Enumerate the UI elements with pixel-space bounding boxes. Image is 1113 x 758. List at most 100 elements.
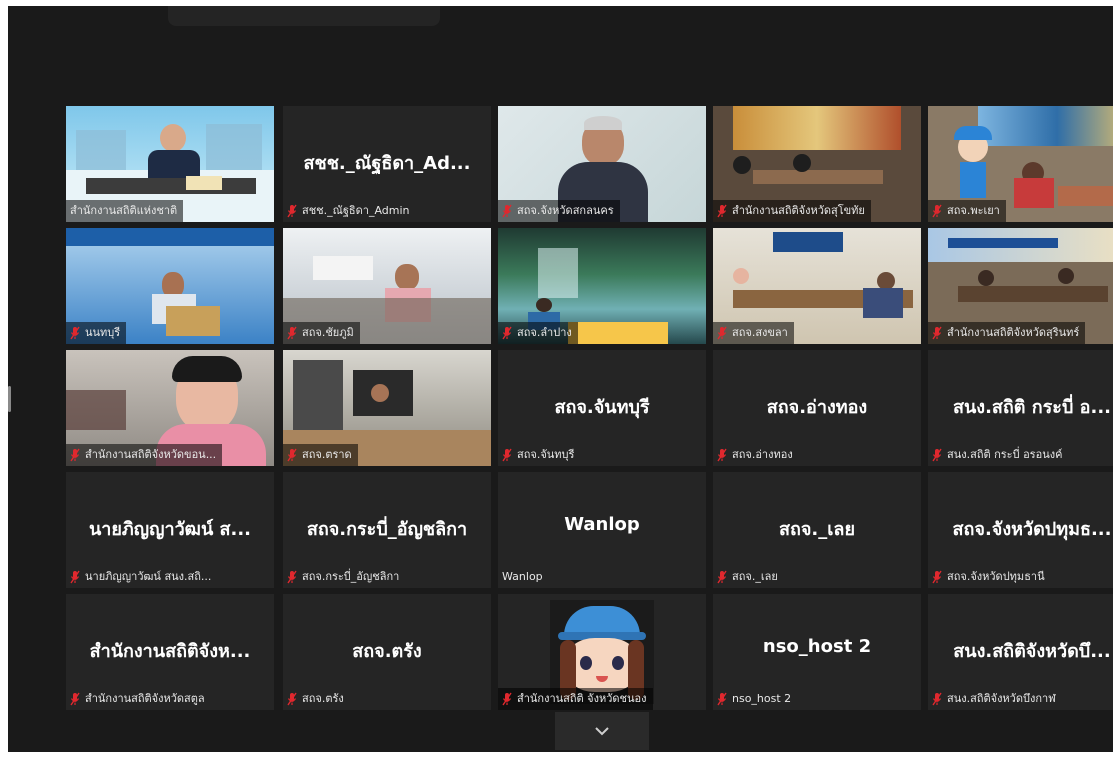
participant-display-name: สถจ.จังหวัดปทุมธ... (952, 519, 1112, 540)
participant-tile[interactable]: Wanlop Wanlop (498, 472, 706, 588)
microphone-muted-icon (717, 326, 727, 340)
participant-tile[interactable]: สถจ.ชัยภูมิ (283, 228, 491, 344)
microphone-muted-icon (932, 448, 942, 462)
chevron-down-icon (595, 727, 609, 736)
participant-name-label: สถจ.ชัยภูมิ (283, 322, 360, 344)
participant-name-label: สำนักงานสถิติแห่งชาติ (66, 200, 184, 222)
participant-name-label: นนทบุรี (66, 322, 127, 344)
participant-tile[interactable]: สถจ.จันทบุรี สถจ.จันทบุรี (498, 350, 706, 466)
participant-name-text: สำนักงานสถิติจังหวัดสุรินทร์ (947, 326, 1080, 339)
participant-name-label: สำนักงานสถิติจังหวัดสุรินทร์ (928, 322, 1086, 344)
microphone-muted-icon (502, 204, 512, 218)
microphone-muted-icon (932, 692, 942, 706)
participant-name-text: สำนักงานสถิติ จังหวัดชนอง (517, 692, 647, 705)
participant-tile[interactable]: สถจ.จังหวัดสกลนคร (498, 106, 706, 222)
participant-tile[interactable]: สำนักงานสถิติจังหวัดสุโขทัย (713, 106, 921, 222)
microphone-muted-icon (70, 326, 80, 340)
participant-display-name: สถจ._เลย (779, 519, 855, 540)
participant-name-label: สนง.สถิติ กระบี่ อรอนงค์ (928, 444, 1068, 466)
participant-name-label: สถจ.จังหวัดสกลนคร (498, 200, 620, 222)
participant-display-name: สถจ.จันทบุรี (554, 397, 650, 418)
microphone-muted-icon (932, 204, 942, 218)
participant-name-label: นายภิญญาวัฒน์ สนง.สถิ... (66, 566, 217, 588)
participant-display-name: สชช._ณัฐธิดา_Ad... (303, 153, 471, 174)
participant-display-name: สถจ.อ่างทอง (766, 397, 868, 418)
participant-name-label: สถจ.กระบี่_อัญชลิกา (283, 566, 405, 588)
participant-tile[interactable]: สนง.สถิติ กระบี่ อ... สนง.สถิติ กระบี่ อ… (928, 350, 1113, 466)
participant-tile[interactable]: สำนักงานสถิติแห่งชาติ (66, 106, 274, 222)
participant-name-label: Wanlop (498, 566, 549, 588)
participant-name-label: สำนักงานสถิติจังหวัดสตูล (66, 688, 211, 710)
microphone-muted-icon (287, 204, 297, 218)
participant-tile[interactable]: สถจ.ตราด (283, 350, 491, 466)
participant-tile[interactable]: สชช._ณัฐธิดา_Ad... สชช._ณัฐธิดา_Admin (283, 106, 491, 222)
participant-tile[interactable]: นายภิญญาวัฒน์ ส... นายภิญญาวัฒน์ สนง.สถิ… (66, 472, 274, 588)
participant-name-text: สถจ.จันทบุรี (517, 448, 575, 461)
participant-name-text: สนง.สถิติ กระบี่ อรอนงค์ (947, 448, 1063, 461)
microphone-muted-icon (502, 326, 512, 340)
microphone-muted-icon (287, 326, 297, 340)
microphone-muted-icon (717, 570, 727, 584)
participant-tile[interactable]: สถจ.อ่างทอง สถจ.อ่างทอง (713, 350, 921, 466)
microphone-muted-icon (70, 448, 80, 462)
participant-tile[interactable]: สำนักงานสถิติจังห... สำนักงานสถิติจังหวั… (66, 594, 274, 710)
participant-name-text: สำนักงานสถิติแห่งชาติ (70, 204, 178, 217)
microphone-muted-icon (717, 204, 727, 218)
participant-name-text: นนทบุรี (85, 326, 121, 339)
participant-name-label: สถจ.ลำปาง (498, 322, 578, 344)
participant-name-text: สำนักงานสถิติจังหวัดสตูล (85, 692, 205, 705)
participant-tile[interactable]: สถจ.ตรัง สถจ.ตรัง (283, 594, 491, 710)
participant-tile[interactable]: สถจ.พะเยา (928, 106, 1113, 222)
participant-name-text: สถจ.ตรัง (302, 692, 344, 705)
participant-display-name: nso_host 2 (762, 636, 872, 657)
participant-name-text: สถจ.ตราด (302, 448, 352, 461)
microphone-muted-icon (502, 448, 512, 462)
microphone-muted-icon (932, 570, 942, 584)
participant-tile[interactable]: สำนักงานสถิติ จังหวัดชนอง (498, 594, 706, 710)
participant-name-label: สถจ.สงขลา (713, 322, 794, 344)
participant-name-text: สถจ.สงขลา (732, 326, 788, 339)
participant-name-text: สนง.สถิติจังหวัดบึงกาฬ (947, 692, 1056, 705)
participant-tile[interactable]: สถจ.จังหวัดปทุมธ... สถจ.จังหวัดปทุมธานี (928, 472, 1113, 588)
participant-display-name: นายภิญญาวัฒน์ ส... (88, 519, 252, 540)
microphone-muted-icon (717, 692, 727, 706)
participant-name-text: สถจ.พะเยา (947, 204, 1000, 217)
side-panel-handle[interactable] (8, 386, 11, 412)
participant-display-name: สำนักงานสถิติจังห... (89, 641, 251, 662)
participant-name-label: สถจ.จังหวัดปทุมธานี (928, 566, 1051, 588)
participant-tile[interactable]: สำนักงานสถิติจังหวัดขอน... (66, 350, 274, 466)
participant-display-name: สถจ.กระบี่_อัญชลิกา (306, 519, 468, 540)
participant-name-text: สชช._ณัฐธิดา_Admin (302, 204, 410, 217)
participant-display-name: Wanlop (564, 514, 640, 535)
participant-tile[interactable]: สำนักงานสถิติจังหวัดสุรินทร์ (928, 228, 1113, 344)
top-toolbar-pill[interactable] (168, 6, 440, 26)
participant-name-label: สำนักงานสถิติ จังหวัดชนอง (498, 688, 653, 710)
microphone-muted-icon (717, 448, 727, 462)
participant-name-label: สถจ.พะเยา (928, 200, 1006, 222)
participant-name-label: สำนักงานสถิติจังหวัดสุโขทัย (713, 200, 871, 222)
participant-display-name: สนง.สถิติจังหวัดบึ... (953, 641, 1111, 662)
microphone-muted-icon (287, 692, 297, 706)
participant-tile[interactable]: nso_host 2 nso_host 2 (713, 594, 921, 710)
microphone-muted-icon (932, 326, 942, 340)
participant-tile[interactable]: สถจ.ลำปาง (498, 228, 706, 344)
participant-tile[interactable]: นนทบุรี (66, 228, 274, 344)
participant-tile[interactable]: สถจ.สงขลา (713, 228, 921, 344)
participant-name-text: นายภิญญาวัฒน์ สนง.สถิ... (85, 570, 212, 583)
microphone-muted-icon (502, 692, 512, 706)
microphone-muted-icon (287, 570, 297, 584)
participant-name-text: nso_host 2 (732, 692, 792, 705)
next-page-button[interactable] (555, 712, 649, 750)
microphone-muted-icon (70, 570, 80, 584)
participant-name-label: สถจ._เลย (713, 566, 784, 588)
participant-tile[interactable]: สนง.สถิติจังหวัดบึ... สนง.สถิติจังหวัดบึ… (928, 594, 1113, 710)
participant-name-text: สถจ.อ่างทอง (732, 448, 793, 461)
gallery-view-grid: สำนักงานสถิติแห่งชาติ สชช._ณัฐธิดา_Ad... … (66, 106, 1113, 712)
participant-display-name: สถจ.ตรัง (352, 641, 422, 662)
participant-name-label: สนง.สถิติจังหวัดบึงกาฬ (928, 688, 1062, 710)
participant-tile[interactable]: สถจ._เลย สถจ._เลย (713, 472, 921, 588)
participant-name-text: สถจ._เลย (732, 570, 778, 583)
participant-tile[interactable]: สถจ.กระบี่_อัญชลิกา สถจ.กระบี่_อัญชลิกา (283, 472, 491, 588)
participant-name-text: สถจ.กระบี่_อัญชลิกา (302, 570, 400, 583)
participant-name-label: nso_host 2 (713, 688, 797, 710)
